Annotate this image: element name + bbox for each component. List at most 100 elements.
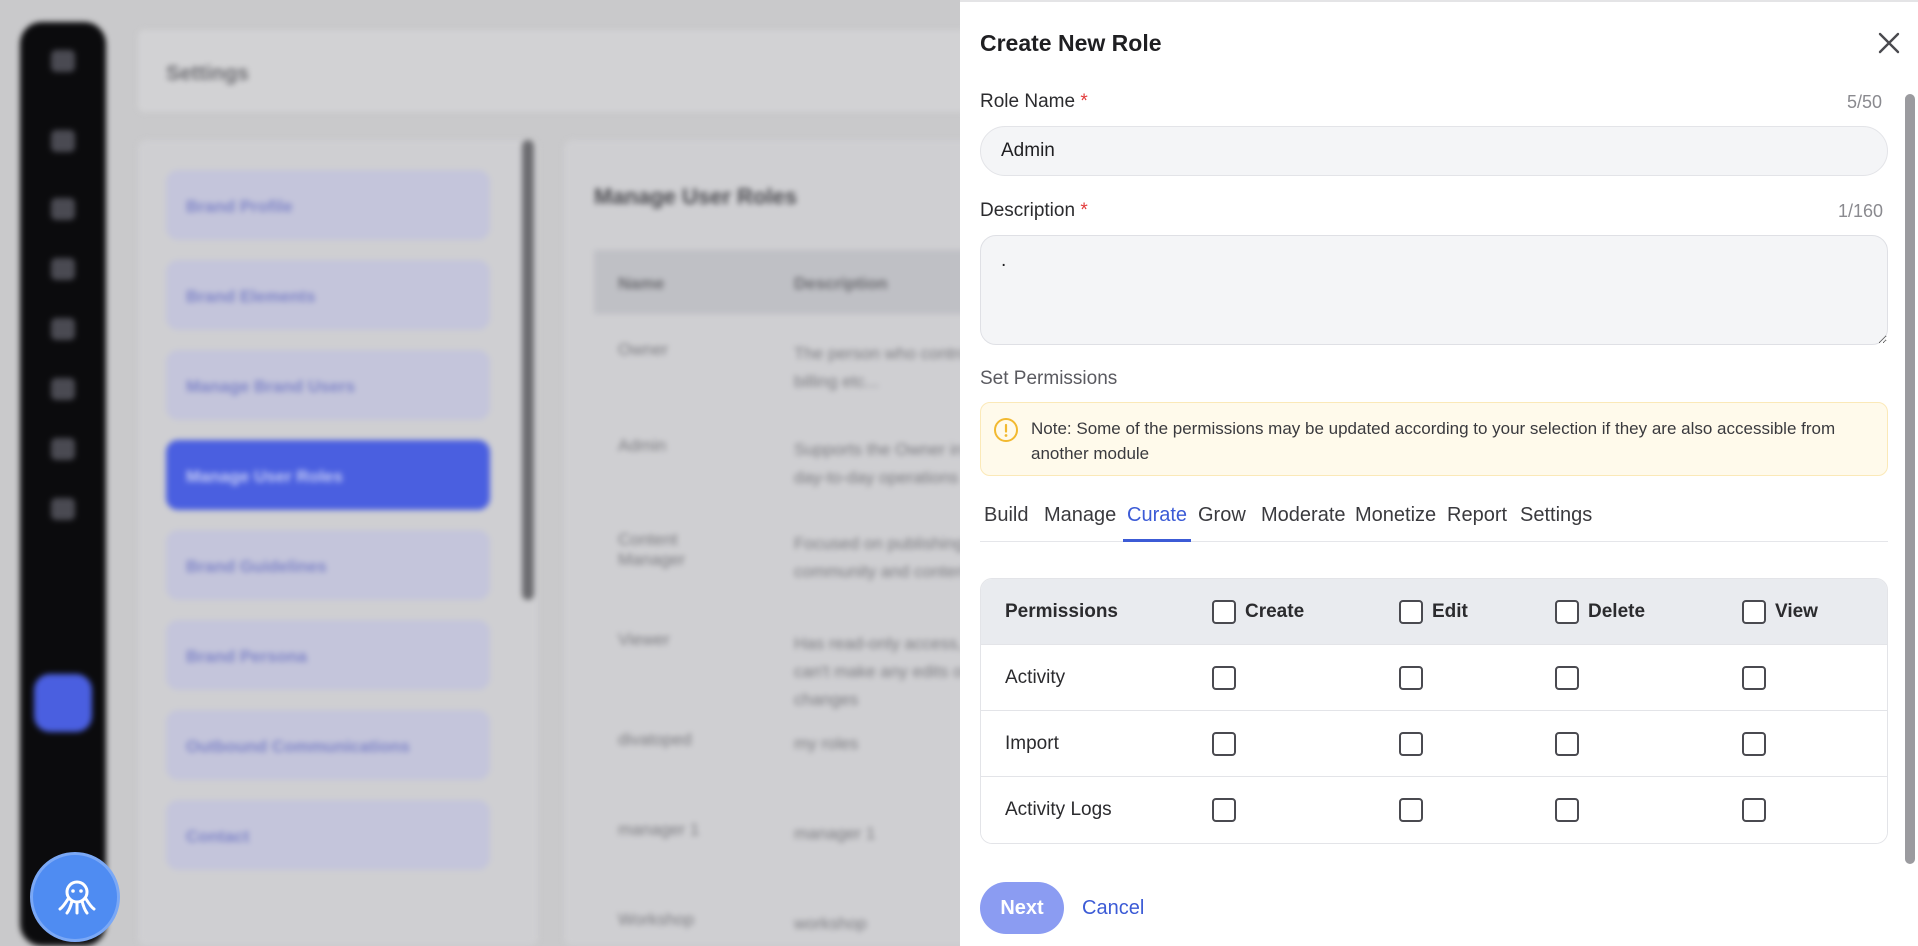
roles-main-panel: Manage User Roles Name Description Owner…	[564, 140, 984, 946]
row-description: Focused on publishing community and cont…	[794, 534, 970, 581]
permissions-header-label: Permissions	[1005, 601, 1118, 622]
create-role-panel: Create New Role Role Name * 5/50 Descrip…	[960, 0, 1918, 946]
dashboard-icon	[51, 130, 75, 152]
required-mark: *	[1080, 91, 1088, 112]
sidebar-item-brand-guidelines: Brand Guidelines	[166, 530, 490, 600]
sidebar-item-brand-persona: Brand Persona	[166, 620, 490, 690]
nav-rail	[20, 22, 106, 946]
row-name: Owner	[618, 340, 669, 359]
next-button[interactable]: Next	[980, 882, 1064, 934]
sidebar-item-brand-elements: Brand Elements	[166, 260, 490, 330]
permission-row-activity-logs: Activity Logs	[981, 777, 1887, 843]
edit-header-label: Edit	[1432, 601, 1468, 622]
activity-logs-delete-checkbox[interactable]	[1555, 798, 1579, 822]
activity-delete-checkbox[interactable]	[1555, 666, 1579, 690]
row-description: The person who controls billing etc...	[794, 344, 981, 391]
settings-sidebar: Brand Profile Brand Elements Manage Bran…	[138, 140, 538, 946]
row-description: Supports the Owner in day-to-day operati…	[794, 440, 964, 487]
row-name: Viewer	[618, 630, 670, 649]
tab-settings[interactable]: Settings	[1516, 504, 1596, 542]
col-name: Name	[618, 274, 665, 293]
description-label: Description *	[980, 200, 1088, 222]
close-icon[interactable]	[1874, 28, 1904, 58]
select-all-view-checkbox[interactable]	[1742, 600, 1766, 624]
activity-edit-checkbox[interactable]	[1399, 666, 1423, 690]
role-name-label: Role Name *	[980, 91, 1088, 113]
collapse-icon	[51, 50, 75, 72]
activity-view-checkbox[interactable]	[1742, 666, 1766, 690]
tab-build[interactable]: Build	[980, 504, 1032, 542]
row-description: Has read-only access, can't make any edi…	[794, 634, 969, 709]
row-description: my roles	[794, 734, 859, 753]
description-counter: 1/160	[1838, 201, 1884, 221]
sidebar-item-outbound-communications: Outbound Communications	[166, 710, 490, 780]
permissions-note: Note: Some of the permissions may be upd…	[980, 402, 1888, 476]
permission-row-activity: Activity	[981, 645, 1887, 711]
view-header-label: View	[1775, 601, 1818, 622]
row-name: Admin	[618, 436, 667, 455]
permission-name: Activity	[1005, 667, 1066, 688]
tab-grow[interactable]: Grow	[1194, 504, 1250, 542]
panel-title: Create New Role	[980, 30, 1162, 56]
delete-header-label: Delete	[1588, 601, 1646, 622]
roles-table-header: Name Description	[594, 250, 984, 314]
select-all-delete-checkbox[interactable]	[1555, 600, 1579, 624]
description-textarea[interactable]: .	[980, 235, 1888, 345]
select-all-edit-checkbox[interactable]	[1399, 600, 1423, 624]
sidebar-item-manage-brand-users: Manage Brand Users	[166, 350, 490, 420]
role-name-label-text: Role Name	[980, 91, 1076, 112]
chart-icon	[51, 498, 75, 520]
tools-icon	[51, 258, 75, 280]
permission-name: Activity Logs	[1005, 799, 1112, 820]
tab-manage[interactable]: Manage	[1040, 504, 1120, 542]
col-description: Description	[794, 274, 888, 293]
inbox-icon	[51, 378, 75, 400]
permission-tabs: Build Manage Curate Grow Moderate Moneti…	[980, 500, 1888, 542]
globe-icon	[51, 438, 75, 460]
calendar-icon	[51, 318, 75, 340]
activity-logs-edit-checkbox[interactable]	[1399, 798, 1423, 822]
permission-row-import: Import	[981, 711, 1887, 777]
create-header-label: Create	[1245, 601, 1305, 622]
import-edit-checkbox[interactable]	[1399, 732, 1423, 756]
cancel-button[interactable]: Cancel	[1082, 882, 1144, 934]
row-name: divatoped	[618, 730, 692, 749]
tab-curate[interactable]: Curate	[1123, 504, 1192, 542]
tab-report[interactable]: Report	[1443, 504, 1511, 542]
tab-monetize[interactable]: Monetize	[1351, 504, 1440, 542]
permission-name: Import	[1005, 733, 1059, 754]
sidebar-item-brand-profile: Brand Profile	[166, 170, 490, 240]
import-create-checkbox[interactable]	[1212, 732, 1236, 756]
row-name: manager 1	[618, 820, 700, 839]
permissions-table: Permissions Create Edit Delete View Acti…	[980, 578, 1888, 844]
settings-title: Settings	[166, 62, 249, 85]
note-text: Note: Some of the permissions may be upd…	[1031, 419, 1836, 463]
chat-assistant-button[interactable]	[30, 852, 120, 942]
settings-rail-item	[34, 674, 92, 732]
sidebar-scrollbar	[522, 140, 534, 600]
panel-scrollbar[interactable]	[1905, 94, 1915, 864]
activity-logs-view-checkbox[interactable]	[1742, 798, 1766, 822]
info-icon	[994, 418, 1018, 442]
sidebar-item-manage-user-roles: Manage User Roles	[166, 440, 490, 510]
set-permissions-label: Set Permissions	[980, 368, 1118, 389]
rocket-icon	[51, 198, 75, 220]
description-label-text: Description	[980, 200, 1076, 221]
background-app: Settings Brand Profile Brand Elements Ma…	[0, 0, 984, 946]
octopus-icon	[57, 877, 97, 924]
select-all-create-checkbox[interactable]	[1212, 600, 1236, 624]
import-delete-checkbox[interactable]	[1555, 732, 1579, 756]
row-description: manager 1	[794, 824, 876, 843]
activity-create-checkbox[interactable]	[1212, 666, 1236, 690]
row-name: Workshop	[618, 910, 695, 929]
tab-moderate[interactable]: Moderate	[1257, 504, 1350, 542]
row-name: Content Manager	[618, 530, 686, 569]
required-mark: *	[1080, 200, 1088, 221]
sidebar-item-contact: Contact	[166, 800, 490, 870]
settings-header: Settings	[138, 30, 968, 112]
role-name-input[interactable]	[980, 126, 1888, 176]
roles-title: Manage User Roles	[594, 184, 797, 209]
row-description: workshop	[794, 914, 867, 933]
import-view-checkbox[interactable]	[1742, 732, 1766, 756]
activity-logs-create-checkbox[interactable]	[1212, 798, 1236, 822]
